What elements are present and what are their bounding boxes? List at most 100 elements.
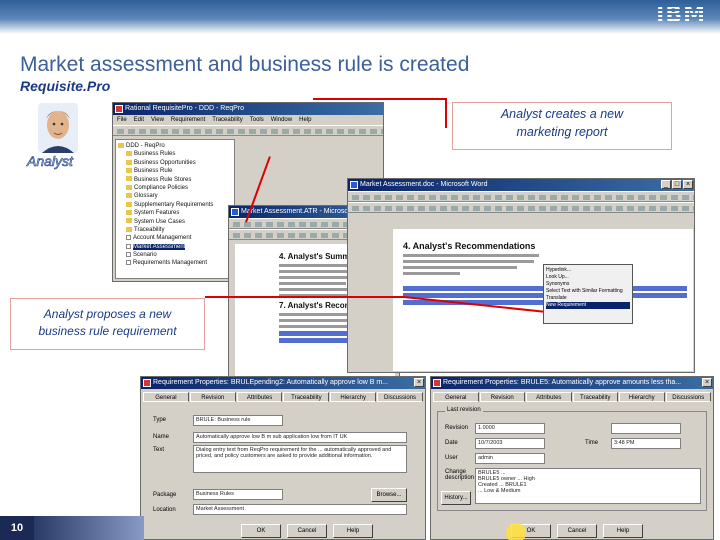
menu-item-tools[interactable]: Tools [250,117,264,123]
menu-item-traceability[interactable]: Traceability [212,117,242,123]
tab-hierarchy[interactable]: Hierarchy [619,392,665,402]
context-menu-item[interactable]: Select Text with Similar Formatting [546,288,630,295]
change-description-field: BRULE5 ... BRULE5 owner ... High Created… [475,468,701,504]
dialog-left-help-button[interactable]: Help [333,524,373,538]
dialog-left-tabs: General Revision Attributes Traceability Hie… [141,389,425,404]
tab-general[interactable]: General [143,392,189,402]
word-front-format-bar[interactable] [348,202,694,213]
dialog-right-cancel-button[interactable]: Cancel [557,524,597,538]
tree-item[interactable]: Requirements Management [118,259,232,267]
doc-heading-recommendations: 4. Analyst's Recommendations [403,241,536,251]
menu-item-requirement[interactable]: Requirement [171,117,205,123]
footer-band [34,516,144,540]
menu-item-view[interactable]: View [151,117,164,123]
folder-icon [126,226,132,232]
tab-hierarchy[interactable]: Hierarchy [330,392,377,402]
menu-item-help[interactable]: Help [299,117,311,123]
dialog-right-title: Requirement Properties: BRULE5: Automati… [443,379,682,386]
requirements-tree[interactable]: DDD - ReqPro Business Rules Business Oppor… [115,139,235,279]
dialog-left-title-bar[interactable]: Requirement Properties: BRULEpending2: A… [141,377,425,389]
maximize-button[interactable]: □ [672,180,682,189]
close-button[interactable]: × [683,180,693,189]
tree-item[interactable]: Business Rule [118,167,232,175]
tab-revision[interactable]: Revision [189,392,236,402]
tab-general[interactable]: General [433,392,479,402]
document-icon [126,252,131,257]
word-front-toolbar[interactable] [348,191,694,202]
browse-button[interactable]: Browse... [371,488,407,502]
requisitepro-toolbar[interactable] [113,125,383,136]
tab-revision[interactable]: Revision [479,392,525,402]
dialog-left-cancel-button[interactable]: Cancel [287,524,327,538]
analyst-label: Analyst [27,153,74,170]
tree-item[interactable]: System Use Cases [118,218,232,226]
tree-item[interactable]: Business Rules [118,150,232,158]
tree-item[interactable]: Supplementary Requirements [118,201,232,209]
folder-icon [126,201,132,207]
package-field[interactable]: Business Rules [193,489,283,500]
dialog-left-ok-button[interactable]: OK [241,524,281,538]
click-highlight [506,523,526,540]
history-button[interactable]: History... [441,491,471,505]
dialog-icon [433,379,441,387]
requisitepro-title-bar[interactable]: Rational RequisitePro - DDD - ReqPro [113,103,383,115]
context-menu-item[interactable]: New Requirement [546,302,630,309]
dialog-icon [143,379,151,387]
context-menu-item[interactable]: Synonyms [546,281,630,288]
callout-connector [445,98,447,128]
menu-item-file[interactable]: File [117,117,127,123]
tree-item-label: Account Management [133,235,192,242]
page-title: Market assessment and business rule is c… [20,53,470,76]
folder-icon [126,193,132,199]
tree-item[interactable]: Traceability [118,226,232,234]
tab-discussions[interactable]: Discussions [377,392,423,402]
dialog-right-close-button[interactable]: × [702,378,712,387]
minimize-button[interactable]: _ [661,180,671,189]
tab-traceability[interactable]: Traceability [572,392,618,402]
callout-connector [313,98,445,100]
context-menu-item[interactable]: Translate [546,295,630,302]
tree-item[interactable]: Account Management [118,234,232,242]
name-label: Name [153,434,170,440]
page-number: 10 [0,516,34,540]
requirement-properties-dialog-right: Requirement Properties: BRULE5: Automati… [430,376,714,540]
tree-item-label: Glossary [134,193,158,200]
tree-item[interactable]: Compliance Policies [118,184,232,192]
tree-item[interactable]: Market Assessment [118,243,232,251]
dialog-left-close-button[interactable]: × [414,378,424,387]
text-field[interactable]: Dialog entry text from ReqPro requiremen… [193,445,407,473]
requirement-properties-dialog-left: Requirement Properties: BRULEpending2: A… [140,376,426,540]
type-field[interactable]: BRULE: Business rule [193,415,283,426]
tree-item-label: Business Rule Stores [134,176,192,183]
menu-item-edit[interactable]: Edit [134,117,144,123]
word-icon [350,181,358,189]
tree-item-label: Business Rule [134,168,173,175]
context-menu-item[interactable]: Hyperlink... [546,267,630,274]
dialog-right-tabs: General Revision Attributes Traceability Hie… [431,389,713,404]
tree-item[interactable]: System Features [118,209,232,217]
folder-icon [126,176,132,182]
date-label: Date [445,440,458,446]
tree-item-label: Business Rules [134,151,176,158]
dialog-right-help-button[interactable]: Help [603,524,643,538]
context-menu-item[interactable]: Look Up... [546,274,630,281]
word-front-title-bar[interactable]: Market Assessment.doc - Microsoft Word _… [348,179,694,191]
tree-item[interactable]: Business Rule Stores [118,176,232,184]
blank-field [611,423,681,434]
name-field[interactable]: Automatically approve low B m sub applic… [193,432,407,443]
tree-item[interactable]: Business Opportunities [118,159,232,167]
tree-item-label: Requirements Management [133,260,208,267]
context-menu[interactable]: Hyperlink... Look Up... Synonyms Select Tex… [543,264,633,324]
word-icon [231,208,239,216]
tab-discussions[interactable]: Discussions [665,392,711,402]
location-field[interactable]: Market Assessment [193,504,407,515]
tree-item[interactable]: Scenario [118,251,232,259]
tree-item[interactable]: Glossary [118,192,232,200]
tree-item[interactable]: DDD - ReqPro [118,142,232,150]
tab-attributes[interactable]: Attributes [236,392,283,402]
tab-attributes[interactable]: Attributes [526,392,572,402]
tab-traceability[interactable]: Traceability [283,392,330,402]
dialog-right-title-bar[interactable]: Requirement Properties: BRULE5: Automati… [431,377,713,389]
document-icon [126,235,131,241]
menu-item-window[interactable]: Window [271,117,292,123]
